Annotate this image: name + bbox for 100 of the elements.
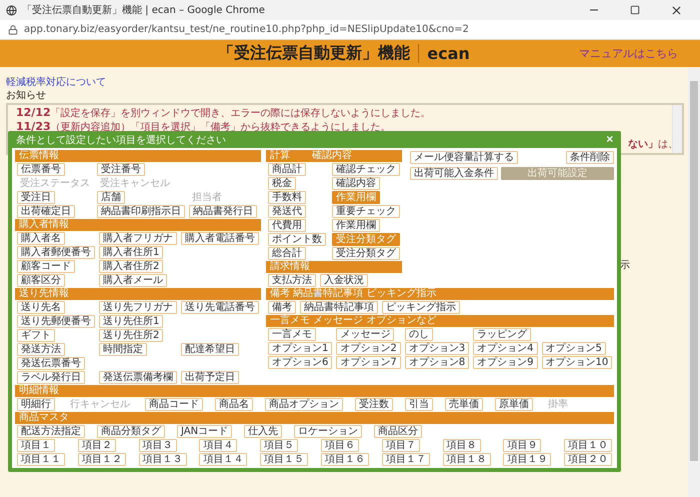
field-button[interactable]: ラベル発行日 bbox=[17, 371, 85, 384]
field-button[interactable]: 項目４ bbox=[199, 439, 238, 452]
field-button[interactable]: 発送伝票番号 bbox=[17, 357, 85, 370]
field-button[interactable]: 納品書発行日 bbox=[189, 205, 257, 218]
field-button[interactable]: 配送方法指定 bbox=[17, 425, 85, 438]
field-button[interactable]: のし bbox=[404, 328, 433, 341]
field-button[interactable]: 確認チェック bbox=[332, 163, 400, 176]
tax-link[interactable]: 軽減税率対応について bbox=[6, 76, 106, 89]
field-button[interactable]: メール便容量計算する bbox=[410, 151, 518, 164]
field-button[interactable]: オプション7 bbox=[336, 356, 401, 369]
field-button[interactable]: オプション5 bbox=[542, 342, 606, 355]
field-button[interactable]: 明細行 bbox=[17, 398, 55, 411]
field-button[interactable]: ピッキング指示 bbox=[382, 301, 460, 314]
field-button[interactable]: 税金 bbox=[268, 177, 296, 190]
field-button[interactable]: 備考 bbox=[268, 301, 296, 314]
field-button[interactable]: 重要チェック bbox=[332, 205, 400, 218]
field-button[interactable]: 項目１１ bbox=[17, 453, 65, 466]
field-button[interactable]: 引当 bbox=[405, 398, 433, 411]
field-button[interactable]: 項目２０ bbox=[564, 453, 612, 466]
field-button[interactable]: オプション10 bbox=[542, 356, 612, 369]
field-button[interactable]: 送り先電話番号 bbox=[181, 301, 259, 314]
field-button[interactable]: 顧客区分 bbox=[17, 274, 65, 287]
field-button[interactable]: 伝票番号 bbox=[17, 163, 65, 176]
field-button[interactable]: 店舗 bbox=[97, 191, 125, 204]
scrollbar[interactable] bbox=[672, 105, 682, 153]
field-button[interactable]: 商品分類タグ bbox=[97, 425, 165, 438]
field-button[interactable]: 送り先住所2 bbox=[99, 329, 164, 342]
field-button[interactable]: 項目１６ bbox=[320, 453, 369, 466]
field-button[interactable]: JANコード bbox=[177, 425, 232, 438]
field-button[interactable]: オプション6 bbox=[268, 356, 332, 369]
field-button[interactable]: 発送伝票備考欄 bbox=[99, 371, 177, 384]
field-button[interactable]: 項目１４ bbox=[199, 453, 248, 466]
field-button[interactable]: ラッピング bbox=[473, 328, 532, 341]
field-button[interactable]: 出荷可能入金条件 bbox=[410, 167, 498, 180]
field-button[interactable]: 受注日 bbox=[17, 191, 55, 204]
field-button[interactable]: ポイント数 bbox=[268, 233, 326, 246]
field-button[interactable]: 購入者住所1 bbox=[99, 246, 164, 259]
field-button[interactable]: 購入者住所2 bbox=[99, 260, 164, 273]
field-button[interactable]: 時間指定 bbox=[99, 343, 147, 356]
scrollbar[interactable] bbox=[688, 67, 700, 497]
field-button[interactable]: 納品書特記事項 bbox=[300, 301, 378, 314]
field-button[interactable]: 商品計 bbox=[268, 163, 306, 176]
field-button[interactable]: オプション2 bbox=[336, 342, 401, 355]
field-button[interactable]: 項目５ bbox=[260, 439, 298, 452]
field-button[interactable]: 購入者メール bbox=[99, 274, 167, 287]
field-button[interactable]: 出荷確定日 bbox=[17, 205, 75, 218]
field-button[interactable]: 項目１８ bbox=[442, 453, 491, 466]
field-button[interactable]: 手数料 bbox=[268, 191, 306, 204]
field-button[interactable]: 項目１ bbox=[17, 439, 55, 452]
field-button[interactable]: 項目９ bbox=[503, 439, 542, 452]
field-button[interactable]: オプション3 bbox=[404, 342, 470, 355]
field-button[interactable]: 項目１７ bbox=[382, 453, 430, 466]
field-button[interactable]: 確認内容 bbox=[332, 177, 380, 190]
field-button[interactable]: 項目２ bbox=[78, 439, 116, 452]
field-button[interactable]: 購入者名 bbox=[17, 232, 65, 245]
field-button[interactable]: 受注番号 bbox=[97, 163, 145, 176]
field-button[interactable]: 配達希望日 bbox=[181, 343, 239, 356]
field-button[interactable]: 項目３ bbox=[138, 439, 177, 452]
field-button[interactable]: 顧客コード bbox=[17, 260, 75, 273]
field-button[interactable]: 項目１５ bbox=[260, 453, 308, 466]
field-button[interactable]: 商品オプション bbox=[265, 398, 343, 411]
field-button[interactable]: 購入者電話番号 bbox=[181, 232, 259, 245]
field-button[interactable]: 購入者郵便番号 bbox=[17, 246, 95, 259]
field-button[interactable]: 送り先フリガナ bbox=[99, 301, 177, 314]
field-button[interactable]: 発送方法 bbox=[17, 343, 65, 356]
field-button[interactable]: ロケーション bbox=[294, 425, 362, 438]
field-button[interactable]: 購入者フリガナ bbox=[99, 232, 177, 245]
field-button[interactable]: 受注分類タグ bbox=[332, 247, 400, 260]
field-button[interactable]: 発送代 bbox=[268, 205, 306, 218]
field-button[interactable]: 項目７ bbox=[382, 439, 420, 452]
field-button[interactable]: 送り先住所1 bbox=[99, 315, 164, 328]
field-button[interactable]: オプション1 bbox=[268, 342, 332, 355]
field-button[interactable]: 受注数 bbox=[355, 398, 393, 411]
field-button[interactable]: オプション4 bbox=[473, 342, 538, 355]
field-button[interactable]: メッセージ bbox=[336, 328, 394, 341]
field-button[interactable]: 一言メモ bbox=[268, 328, 316, 341]
field-button[interactable]: 出荷予定日 bbox=[181, 371, 239, 384]
field-button[interactable]: 項目１０ bbox=[564, 439, 612, 452]
field-button[interactable]: 総合計 bbox=[268, 247, 306, 260]
field-button[interactable]: 送り先名 bbox=[17, 301, 65, 314]
field-button[interactable]: 納品書印刷指示日 bbox=[97, 205, 185, 218]
field-button[interactable]: 項目６ bbox=[320, 439, 359, 452]
field-button[interactable]: オプション8 bbox=[404, 356, 470, 369]
field-button[interactable]: 原単価 bbox=[495, 398, 533, 411]
field-button[interactable]: 支払方法 bbox=[268, 274, 316, 287]
field-button[interactable]: 入金状況 bbox=[320, 274, 368, 287]
field-button[interactable]: 仕入先 bbox=[244, 425, 282, 438]
field-button[interactable]: 項目１９ bbox=[503, 453, 552, 466]
field-button[interactable]: 売単価 bbox=[445, 398, 483, 411]
field-button[interactable]: 条件削除 bbox=[566, 151, 614, 164]
field-button[interactable]: 商品コード bbox=[145, 398, 203, 411]
field-button[interactable]: オプション9 bbox=[473, 356, 538, 369]
field-button[interactable]: 送り先郵便番号 bbox=[17, 315, 95, 328]
field-button[interactable]: 商品区分 bbox=[374, 425, 422, 438]
field-button[interactable]: 作業用欄 bbox=[332, 219, 380, 232]
field-button[interactable]: 項目８ bbox=[442, 439, 481, 452]
field-button[interactable]: 代費用 bbox=[268, 219, 306, 232]
field-button[interactable]: 項目１３ bbox=[138, 453, 187, 466]
field-button[interactable]: 項目１２ bbox=[78, 453, 126, 466]
field-button[interactable]: 商品名 bbox=[215, 398, 253, 411]
